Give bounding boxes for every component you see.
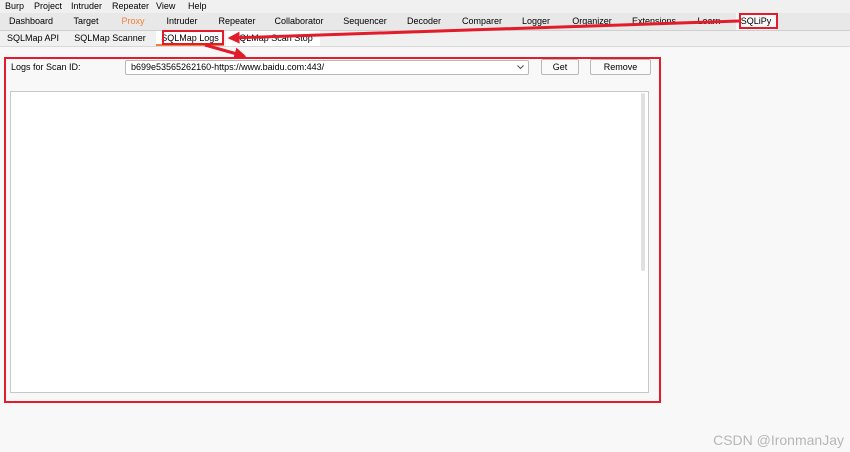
tab-intruder[interactable]: Intruder: [158, 13, 206, 30]
menu-bar: Burp Project Intruder Repeater View Help: [0, 0, 850, 13]
watermark: CSDN @IronmanJay: [713, 432, 844, 448]
tab-decoder[interactable]: Decoder: [400, 13, 448, 30]
tab-learn[interactable]: Learn: [690, 13, 728, 30]
tab-organizer[interactable]: Organizer: [566, 13, 618, 30]
menu-intruder[interactable]: Intruder: [71, 1, 102, 11]
tab-proxy[interactable]: Proxy: [112, 13, 154, 30]
highlight-sqlipy-tab: [739, 13, 778, 29]
tab-logger[interactable]: Logger: [514, 13, 558, 30]
menu-burp[interactable]: Burp: [5, 1, 24, 11]
menu-repeater[interactable]: Repeater: [112, 1, 149, 11]
highlight-sqlmap-logs-tab: [162, 30, 224, 45]
main-tab-bar: Dashboard Target Proxy Intruder Repeater…: [0, 13, 850, 31]
menu-view[interactable]: View: [156, 1, 175, 11]
menu-help[interactable]: Help: [188, 1, 207, 11]
highlight-logs-panel: [4, 57, 661, 403]
subtab-sqlmap-scanner[interactable]: SQLMap Scanner: [68, 31, 152, 46]
sqlipy-sub-tab-bar: SQLMap API SQLMap Scanner SQLMap Logs SQ…: [0, 31, 850, 47]
subtab-sqlmap-scan-stop[interactable]: SQLMap Scan Stop: [226, 31, 320, 46]
menu-project[interactable]: Project: [34, 1, 62, 11]
tab-extensions[interactable]: Extensions: [626, 13, 682, 30]
tab-comparer[interactable]: Comparer: [456, 13, 508, 30]
tab-collaborator[interactable]: Collaborator: [268, 13, 330, 30]
tab-repeater[interactable]: Repeater: [210, 13, 264, 30]
subtab-sqlmap-api[interactable]: SQLMap API: [4, 31, 62, 46]
tab-dashboard[interactable]: Dashboard: [4, 13, 58, 30]
tab-sequencer[interactable]: Sequencer: [336, 13, 394, 30]
tab-target[interactable]: Target: [62, 13, 110, 30]
